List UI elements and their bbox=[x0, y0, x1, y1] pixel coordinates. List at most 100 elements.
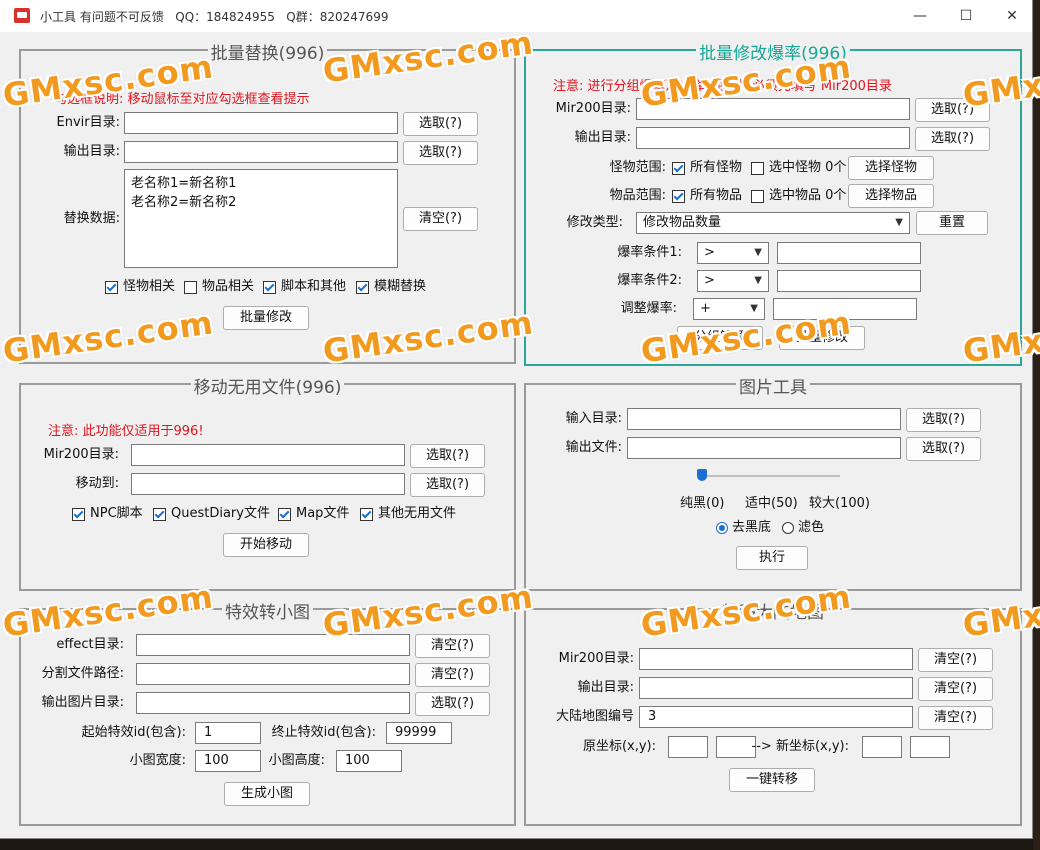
checkbox-icon bbox=[105, 280, 118, 294]
batch-replace-submit-button[interactable]: 批量修改 bbox=[223, 306, 309, 330]
move-files-notice: 注意: 此功能仅适用于996! bbox=[48, 424, 204, 439]
checkbox-icon bbox=[751, 189, 764, 203]
radio-remove-black[interactable]: 去黑底 bbox=[716, 519, 771, 537]
thumb-output-label: 输出图片目录: bbox=[41, 695, 124, 710]
move-mir200-input[interactable] bbox=[131, 444, 405, 466]
monster-all-checkbox[interactable]: 所有怪物 bbox=[672, 159, 742, 177]
move-mir200-label: Mir200目录: bbox=[43, 447, 119, 462]
map-transfer-title: 转移大陆地图 bbox=[719, 603, 827, 623]
new-y-input[interactable] bbox=[910, 736, 950, 758]
checkbox-icon bbox=[356, 280, 369, 294]
item-all-checkbox[interactable]: 所有物品 bbox=[672, 187, 742, 205]
end-id-input[interactable]: 99999 bbox=[386, 722, 452, 744]
image-output-select-button[interactable]: 选取(?) bbox=[906, 437, 981, 461]
move-mir200-select-button[interactable]: 选取(?) bbox=[410, 444, 485, 468]
batch-drop-submit-button[interactable]: 批量修改 bbox=[779, 326, 865, 350]
check-fuzzy[interactable]: 模糊替换 bbox=[356, 278, 426, 296]
batch-replace-title: 批量替换(996) bbox=[207, 44, 328, 64]
map-number-input[interactable]: 3 bbox=[639, 706, 913, 728]
thumb-height-label: 小图高度: bbox=[268, 753, 325, 768]
radio-filter[interactable]: 滤色 bbox=[782, 519, 824, 537]
thumb-output-input[interactable] bbox=[136, 692, 410, 714]
check-npc-script[interactable]: NPC脚本 bbox=[72, 505, 143, 523]
batch-drop-title: 批量修改爆率(996) bbox=[696, 44, 850, 64]
close-button[interactable]: ✕ bbox=[989, 0, 1035, 32]
title-bar: 小工具 有问题不可反馈 QQ：184824955 Q群：820247699 — … bbox=[0, 0, 1032, 32]
drop-output-input[interactable] bbox=[636, 127, 910, 149]
condition2-select[interactable]: > ▼ bbox=[697, 270, 769, 292]
envir-dir-input[interactable] bbox=[124, 112, 398, 134]
start-id-input[interactable]: 1 bbox=[195, 722, 261, 744]
app-icon bbox=[14, 8, 30, 23]
split-path-clear-button[interactable]: 清空(?) bbox=[415, 663, 490, 687]
image-output-field[interactable] bbox=[627, 437, 901, 459]
map-output-input[interactable] bbox=[639, 677, 913, 699]
map-number-clear-button[interactable]: 清空(?) bbox=[918, 706, 993, 730]
envir-select-button[interactable]: 选取(?) bbox=[403, 112, 478, 136]
thumb-height-input[interactable]: 100 bbox=[336, 750, 402, 772]
select-item-button[interactable]: 选择物品 bbox=[848, 184, 934, 208]
split-path-input[interactable] bbox=[136, 663, 410, 685]
threshold-slider-handle[interactable] bbox=[697, 469, 707, 481]
checkbox-icon bbox=[72, 507, 85, 521]
effect-thumb-title: 特效转小图 bbox=[222, 603, 313, 623]
image-run-button[interactable]: 执行 bbox=[736, 546, 808, 570]
orig-x-input[interactable] bbox=[668, 736, 708, 758]
start-move-button[interactable]: 开始移动 bbox=[223, 533, 309, 557]
scale-label-high: 较大(100) bbox=[809, 496, 870, 511]
condition2-label: 爆率条件2: bbox=[617, 273, 682, 288]
check-script[interactable]: 脚本和其他 bbox=[263, 278, 346, 296]
monster-selected-checkbox[interactable]: 选中怪物 0个 bbox=[751, 159, 846, 177]
effect-dir-input[interactable] bbox=[136, 634, 410, 656]
chevron-down-icon: ▼ bbox=[895, 217, 903, 228]
minimize-button[interactable]: — bbox=[897, 0, 943, 32]
drop-mir200-select-button[interactable]: 选取(?) bbox=[915, 98, 990, 122]
check-monster[interactable]: 怪物相关 bbox=[105, 278, 175, 296]
threshold-slider[interactable] bbox=[700, 475, 840, 477]
effect-dir-clear-button[interactable]: 清空(?) bbox=[415, 634, 490, 658]
map-mir200-input[interactable] bbox=[639, 648, 913, 670]
drop-output-select-button[interactable]: 选取(?) bbox=[915, 127, 990, 151]
check-other-files[interactable]: 其他无用文件 bbox=[360, 505, 456, 523]
thumb-output-select-button[interactable]: 选取(?) bbox=[415, 692, 490, 716]
orig-y-input[interactable] bbox=[716, 736, 756, 758]
replace-data-textarea[interactable]: 老名称1=新名称1 老名称2=新名称2 bbox=[124, 169, 398, 268]
scale-label-mid: 适中(50) bbox=[745, 496, 798, 511]
split-path-label: 分割文件路径: bbox=[41, 666, 124, 681]
image-input-select-button[interactable]: 选取(?) bbox=[906, 408, 981, 432]
group-manage-button[interactable]: 分组管理 bbox=[677, 326, 763, 350]
maximize-button[interactable]: ☐ bbox=[943, 0, 989, 32]
map-mir200-clear-button[interactable]: 清空(?) bbox=[918, 648, 993, 672]
image-input-label: 输入目录: bbox=[565, 411, 622, 426]
drop-mir200-input[interactable] bbox=[636, 98, 910, 120]
output-dir-input[interactable] bbox=[124, 141, 398, 163]
reset-button[interactable]: 重置 bbox=[916, 211, 988, 235]
batch-drop-notice: 注意: 进行分组爆率及选择范围时, 必须先填写 Mir200目录 bbox=[553, 79, 892, 94]
chevron-down-icon: ▼ bbox=[754, 275, 762, 286]
radio-icon bbox=[782, 522, 794, 534]
generate-thumb-button[interactable]: 生成小图 bbox=[224, 782, 310, 806]
check-questdiary[interactable]: QuestDiary文件 bbox=[153, 505, 270, 523]
move-to-select-button[interactable]: 选取(?) bbox=[410, 473, 485, 497]
output-dir-label: 输出目录: bbox=[63, 144, 120, 159]
modify-type-select[interactable]: 修改物品数量 ▼ bbox=[636, 212, 910, 234]
condition1-input[interactable] bbox=[777, 242, 921, 264]
check-map-files[interactable]: Map文件 bbox=[278, 505, 349, 523]
condition1-select[interactable]: > ▼ bbox=[697, 242, 769, 264]
one-click-transfer-button[interactable]: 一键转移 bbox=[729, 768, 815, 792]
output-select-button[interactable]: 选取(?) bbox=[403, 141, 478, 165]
monster-range-label: 怪物范围: bbox=[609, 160, 666, 175]
window-title: 小工具 有问题不可反馈 QQ：184824955 Q群：820247699 bbox=[40, 10, 389, 24]
map-output-clear-button[interactable]: 清空(?) bbox=[918, 677, 993, 701]
new-x-input[interactable] bbox=[862, 736, 902, 758]
adjust-drop-select[interactable]: + ▼ bbox=[693, 298, 765, 320]
image-input-field[interactable] bbox=[627, 408, 901, 430]
condition2-input[interactable] bbox=[777, 270, 921, 292]
thumb-width-input[interactable]: 100 bbox=[195, 750, 261, 772]
item-selected-checkbox[interactable]: 选中物品 0个 bbox=[751, 187, 846, 205]
select-monster-button[interactable]: 选择怪物 bbox=[848, 156, 934, 180]
move-to-input[interactable] bbox=[131, 473, 405, 495]
check-item[interactable]: 物品相关 bbox=[184, 278, 254, 296]
replace-clear-button[interactable]: 清空(?) bbox=[403, 207, 478, 231]
adjust-drop-input[interactable] bbox=[773, 298, 917, 320]
